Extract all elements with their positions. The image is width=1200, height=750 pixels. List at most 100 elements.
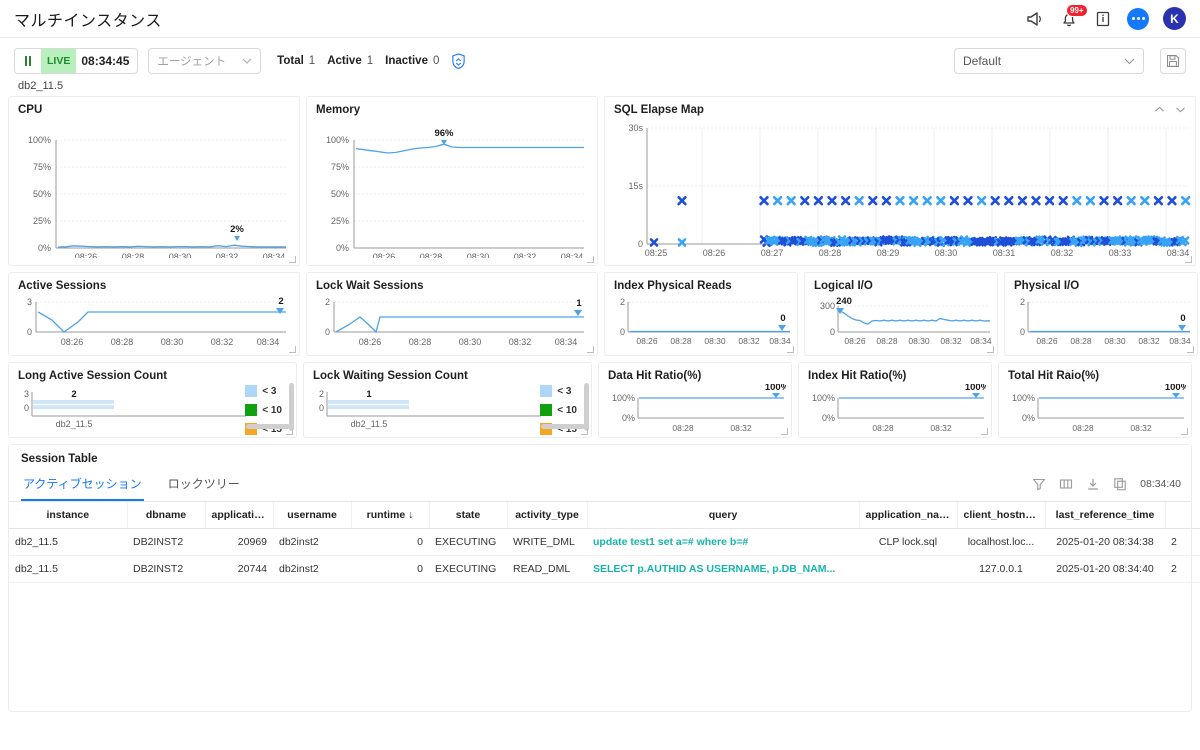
xtick: 08:32	[211, 337, 234, 347]
panel-title-lock-wait-sessions: Lock Wait Sessions	[316, 280, 588, 292]
copy-icon[interactable]	[1113, 477, 1127, 491]
chart-long-active-session-count[interactable]: 3 0 2 db2_11.5	[18, 384, 248, 434]
cell-application: 20969	[205, 529, 273, 556]
legend-scrollbar-horizontal[interactable]	[246, 424, 290, 429]
peak-value: 1	[576, 298, 582, 309]
legend-item[interactable]: < 3	[540, 385, 577, 397]
panel-title-cpu: CPU	[18, 104, 290, 116]
notification-badge: 99+	[1066, 4, 1088, 17]
col-runtime[interactable]: runtime ↓	[351, 502, 429, 529]
header-icon-group: 99+ K	[1025, 7, 1186, 30]
legend-item[interactable]: < 3	[245, 385, 282, 397]
cell-query[interactable]: update test1 set a=# where b=#	[587, 529, 859, 556]
xtick: 08:34	[257, 337, 280, 347]
tab-lock-tree[interactable]: ロックツリー	[166, 471, 242, 501]
chart-data-hit-ratio[interactable]: 100% 0% 08:28 08:32 100%	[608, 384, 786, 436]
chart-logical-io[interactable]: 300 0 08:26 08:28 08:30 08:32 08:34 240	[814, 294, 992, 352]
legend-scrollbar-horizontal[interactable]	[541, 424, 585, 429]
resize-handle[interactable]	[1187, 346, 1194, 353]
peak-marker	[1178, 325, 1186, 331]
col-extra[interactable]	[1165, 502, 1200, 529]
megaphone-icon[interactable]	[1025, 9, 1045, 29]
table-row[interactable]: db2_11.5 DB2INST2 20744 db2inst2 0 EXECU…	[9, 556, 1200, 583]
panel-logical-io: Logical I/O 300 0 08:26 08:28 08:30 08:3…	[804, 272, 998, 356]
resize-handle[interactable]	[289, 256, 296, 263]
resize-handle[interactable]	[781, 428, 788, 435]
agent-select[interactable]: エージェント	[148, 48, 261, 74]
ytick: 0	[638, 239, 643, 249]
legend-scrollbar-vertical[interactable]	[289, 383, 294, 431]
profile-select-label: Default	[963, 54, 1124, 68]
chevron-down-icon[interactable]	[1174, 103, 1187, 116]
resize-handle[interactable]	[587, 256, 594, 263]
series-line	[336, 317, 584, 332]
chart-cpu[interactable]: 100% 75% 50% 25% 0% 08:26 08:28 08:30 08…	[18, 118, 290, 258]
ytick: 75%	[331, 162, 349, 172]
cell-client-hostname: 127.0.0.1	[957, 556, 1045, 583]
col-dbname[interactable]: dbname	[127, 502, 205, 529]
resize-handle[interactable]	[987, 346, 994, 353]
xtick: 08:28	[1072, 423, 1094, 433]
legend-item[interactable]: < 10	[245, 404, 282, 416]
resize-handle[interactable]	[289, 346, 296, 353]
panel-active-sessions: Active Sessions 3 0 08:26 08:28 08:30 08…	[8, 272, 300, 356]
resize-handle[interactable]	[1181, 428, 1188, 435]
xtick: 08:28	[872, 423, 894, 433]
resize-handle[interactable]	[787, 346, 794, 353]
resize-handle[interactable]	[1185, 256, 1192, 263]
chart-index-hit-ratio[interactable]: 100% 0% 08:28 08:32 100%	[808, 384, 986, 436]
columns-icon[interactable]	[1059, 477, 1073, 491]
chart-active-sessions[interactable]: 3 0 08:26 08:28 08:30 08:32 08:34 2	[18, 294, 290, 352]
resize-handle[interactable]	[981, 428, 988, 435]
ytick: 25%	[331, 216, 349, 226]
chevron-up-icon[interactable]	[1153, 103, 1166, 116]
tab-active-sessions[interactable]: アクティブセッション	[21, 471, 144, 501]
resize-handle[interactable]	[286, 428, 293, 435]
bar-value: 2	[71, 389, 76, 400]
filter-icon[interactable]	[1032, 477, 1046, 491]
ytick: 0	[24, 403, 29, 413]
docs-info-icon[interactable]	[1093, 9, 1113, 29]
col-application[interactable]: application...	[205, 502, 273, 529]
xtick: 08:28	[672, 423, 694, 433]
chart-lock-wait-sessions[interactable]: 2 0 08:26 08:28 08:30 08:32 08:34 1	[316, 294, 588, 352]
xtick: 08:28	[819, 248, 842, 258]
chart-sql-elapse-map[interactable]: 30s 15s 0 08:25 08:26 08:27 08:28 08:29 …	[614, 118, 1192, 261]
chart-index-physical-reads[interactable]: 2 0 08:26 08:28 08:30 08:32 08:34 0	[614, 294, 792, 352]
profile-select[interactable]: Default	[954, 48, 1144, 74]
chart-total-hit-ratio[interactable]: 100% 0% 08:28 08:32 100%	[1008, 384, 1186, 436]
table-row[interactable]: db2_11.5 DB2INST2 20969 db2inst2 0 EXECU…	[9, 529, 1200, 556]
save-layout-button[interactable]	[1160, 48, 1186, 74]
panel-index-physical-reads: Index Physical Reads 2 0 08:26 08:28 08:…	[604, 272, 798, 356]
xtick: 08:26	[359, 337, 382, 347]
bell-icon[interactable]: 99+	[1059, 9, 1079, 29]
legend-item[interactable]: < 10	[540, 404, 577, 416]
resize-handle[interactable]	[587, 346, 594, 353]
download-icon[interactable]	[1086, 477, 1100, 491]
col-query[interactable]: query	[587, 502, 859, 529]
cell-query[interactable]: SELECT p.AUTHID AS USERNAME, p.DB_NAM...	[587, 556, 859, 583]
col-activity-type[interactable]: activity_type	[507, 502, 587, 529]
user-avatar[interactable]: K	[1163, 7, 1186, 30]
chart-lock-waiting-session-count[interactable]: 2 0 1 db2_11.5	[313, 384, 543, 434]
col-client-hostname[interactable]: client_hostname	[957, 502, 1045, 529]
panel-title-lock-waiting-session-count: Lock Waiting Session Count	[313, 370, 582, 382]
panel-title-index-hit-ratio: Index Hit Ratio(%)	[808, 370, 982, 382]
xtick: 08:32	[1051, 248, 1074, 258]
resize-handle[interactable]	[581, 428, 588, 435]
legend-scrollbar-vertical[interactable]	[584, 383, 589, 431]
panel-title-total-hit-ratio: Total Hit Raio(%)	[1008, 370, 1182, 382]
pause-icon[interactable]	[15, 49, 41, 73]
chart-row-2: Active Sessions 3 0 08:26 08:28 08:30 08…	[8, 272, 1192, 356]
col-last-reference-time[interactable]: last_reference_time	[1045, 502, 1165, 529]
shield-refresh-icon[interactable]	[451, 53, 466, 69]
chart-physical-io[interactable]: 2 0 08:26 08:28 08:30 08:32 08:34 0	[1014, 294, 1192, 352]
chat-icon[interactable]	[1127, 8, 1149, 30]
col-instance[interactable]: instance	[9, 502, 127, 529]
chart-memory[interactable]: 100% 75% 50% 25% 0% 08:26 08:28 08:30 08…	[316, 118, 588, 258]
col-username[interactable]: username	[273, 502, 351, 529]
legend-swatch	[245, 385, 257, 397]
col-state[interactable]: state	[429, 502, 507, 529]
live-status-control[interactable]: LIVE 08:34:45	[14, 48, 138, 74]
col-application-name[interactable]: application_name	[859, 502, 957, 529]
